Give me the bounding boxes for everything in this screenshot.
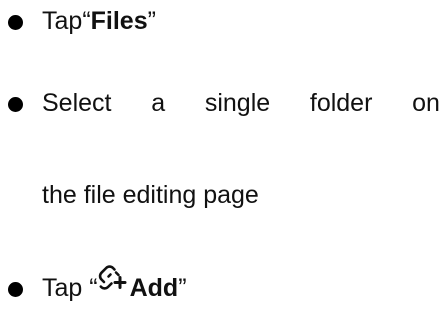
step-2-text: Select a single folder on [42, 88, 440, 118]
step-2-word: Select [42, 89, 112, 117]
bullet-2 [8, 97, 23, 112]
step-2-continuation: the file editing page [42, 181, 259, 209]
step-2-word: single [204, 89, 271, 117]
step-3-close-quote: ” [178, 274, 187, 302]
step-1-open-quote: “ [82, 7, 91, 35]
step-1-close-quote: ” [147, 7, 156, 35]
link-add-icon [98, 265, 127, 290]
step-3-prefix: Tap “ [42, 274, 98, 302]
bullet-3 [8, 282, 23, 297]
step-2-word: folder [309, 89, 373, 117]
instruction-list: Tap“Files” Select a single folder on the… [0, 0, 448, 311]
step-2-word: on [412, 89, 440, 117]
step-1-text: Tap“Files” [42, 6, 156, 36]
step-3-add-label: Add [129, 274, 179, 302]
step-1-prefix: Tap [42, 7, 83, 35]
step-3-text: Tap “ Add” [42, 262, 187, 303]
bullet-1 [8, 15, 23, 30]
step-2-word: a [151, 89, 166, 117]
step-1-files-label: Files [90, 7, 148, 35]
